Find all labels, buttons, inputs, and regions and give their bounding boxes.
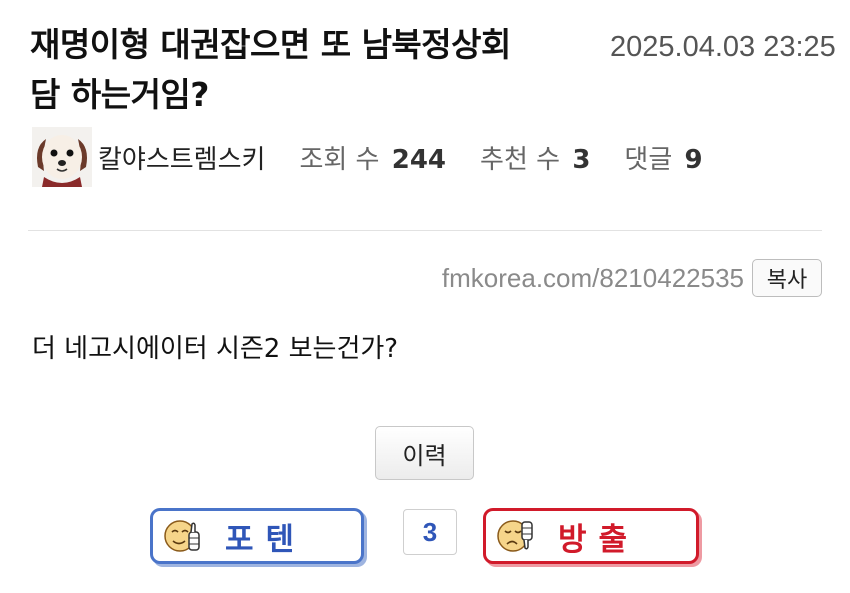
dog-avatar-icon[interactable] <box>32 127 92 187</box>
copy-url-button[interactable]: 복사 <box>752 259 822 297</box>
upvote-label: 포텐 <box>225 521 307 558</box>
history-button[interactable]: 이력 <box>375 426 474 480</box>
post-date: 2025.04.03 23:25 <box>610 31 836 63</box>
comments-stat[interactable]: 댓글 9 <box>624 139 702 176</box>
post-meta: 칼야스트렘스키 조회 수 244 추천 수 3 댓글 9 <box>32 127 703 187</box>
post-url-row: fmkorea.com/8210422535 복사 <box>442 258 822 298</box>
thumbs-down-face-icon <box>497 520 533 552</box>
post-url[interactable]: fmkorea.com/8210422535 <box>442 263 744 294</box>
comments-label: 댓글 <box>624 144 673 175</box>
comments-count: 9 <box>684 144 703 175</box>
post-title: 재명이형 대권잡으면 또 남북정상회 담 하는거임? 2025.04.03 23… <box>30 20 836 120</box>
author-name[interactable]: 칼야스트렘스키 <box>98 139 265 176</box>
recommend-label: 추천 수 <box>480 144 561 175</box>
divider <box>28 230 822 231</box>
thumbs-up-face-icon <box>164 520 200 552</box>
downvote-label: 방출 <box>558 521 640 558</box>
views-count: 244 <box>391 144 447 175</box>
downvote-button[interactable]: 방출 <box>483 508 699 564</box>
post-title-line2: 담 하는거임? <box>30 75 209 114</box>
recommend-stat: 추천 수 3 <box>480 139 590 176</box>
views-stat: 조회 수 244 <box>299 139 446 176</box>
vote-count: 3 <box>403 509 457 555</box>
post-body: 더 네고시에이터 시즌2 보는건가? <box>32 334 399 364</box>
views-label: 조회 수 <box>299 144 380 175</box>
upvote-button[interactable]: 포텐 <box>150 508 364 564</box>
post-title-line1: 재명이형 대권잡으면 또 남북정상회 <box>30 25 511 64</box>
recommend-count: 3 <box>572 144 591 175</box>
